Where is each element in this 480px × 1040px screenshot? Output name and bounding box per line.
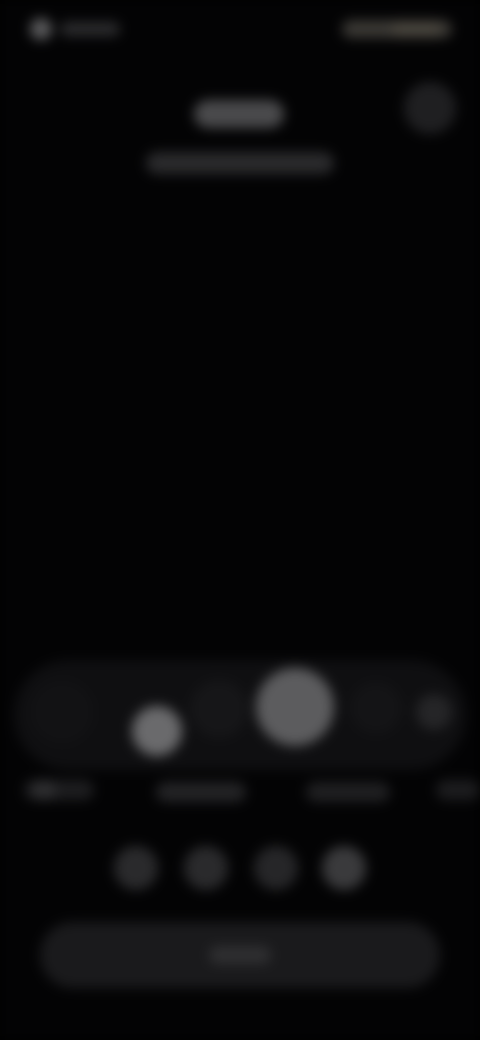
mode-icon[interactable]: [416, 694, 452, 730]
system-status-icons: [342, 20, 452, 38]
page-title: [194, 100, 284, 128]
mode-icon[interactable]: [190, 680, 248, 738]
option-dot-icon[interactable]: [184, 846, 228, 890]
status-indicator-icon: [30, 18, 52, 40]
primary-action-button[interactable]: [40, 922, 440, 988]
mode-icon[interactable]: [350, 682, 402, 734]
option-dot-icon[interactable]: [114, 846, 158, 890]
mode-icon[interactable]: [30, 680, 94, 744]
mode-label: [156, 782, 246, 802]
action-label: [209, 946, 271, 964]
option-dot-icon[interactable]: [254, 846, 298, 890]
blurred-app-screen: [0, 0, 480, 1040]
option-dot-icon[interactable]: [322, 846, 366, 890]
circular-button-icon[interactable]: [404, 82, 456, 134]
status-left-text: [60, 22, 120, 36]
mode-label: [306, 782, 390, 802]
status-bar: [0, 0, 480, 56]
mode-label: [24, 780, 94, 800]
mode-label: [436, 780, 480, 800]
option-dot-row: [0, 846, 480, 894]
page-subtitle: [146, 152, 334, 174]
mode-icon[interactable]: [132, 706, 182, 756]
mode-icon-selected[interactable]: [256, 668, 334, 746]
